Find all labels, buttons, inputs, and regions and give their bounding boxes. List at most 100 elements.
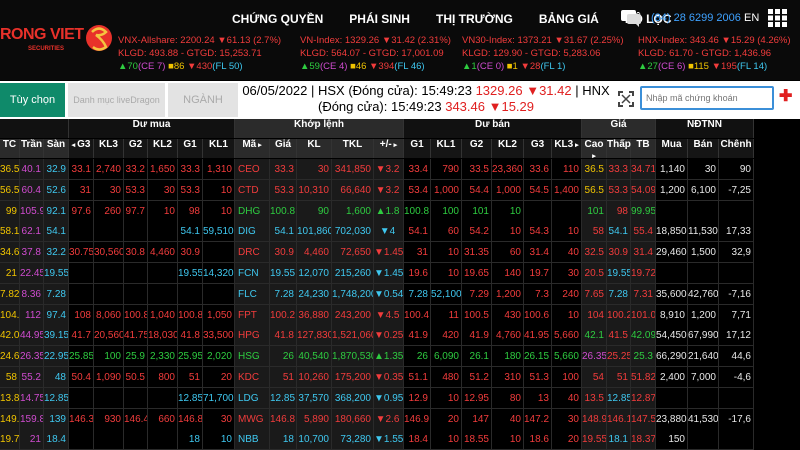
top-bar: RONG VIET SECURITIES CHỨNG QUYỀN PHÁI SI… [0, 0, 800, 80]
symbol-cell[interactable]: HPG [235, 325, 270, 347]
hsx-index-value: 1329.26 [475, 83, 523, 98]
column-scroll-arrow-icon[interactable]: ▸ [256, 142, 262, 149]
table-row[interactable]: 149.4159.8139146.3930146.4660146.830MWG1… [0, 408, 800, 430]
column-header[interactable]: G1 [404, 139, 431, 158]
index-value: VN-Index: 1329.26 ▼31.42 (2.31%) [300, 35, 451, 46]
data-cell: 54,450 [656, 325, 688, 347]
data-cell: 92.1 [44, 200, 69, 222]
symbol-cell[interactable]: DRC [235, 242, 270, 264]
sector-button[interactable]: NGÀNH [168, 83, 238, 117]
brand-logo[interactable]: RONG VIET SECURITIES [0, 22, 116, 70]
table-row[interactable]: 34.6 37.8 32.2 30.75 30,560 30.8 4,460 30.9 DRC 3… [0, 242, 800, 264]
column-scroll-arrow-icon[interactable]: ▸ [573, 142, 579, 149]
data-cell: 25.85 [69, 346, 94, 368]
column-header[interactable]: KL2 [492, 139, 524, 158]
nav-phai-sinh[interactable]: PHÁI SINH [349, 12, 410, 26]
data-cell: 50.4 [69, 367, 94, 388]
app-grid-icon[interactable] [768, 9, 788, 27]
chat-icon[interactable] [620, 9, 642, 27]
symbol-cell[interactable]: HSG [235, 346, 270, 368]
symbol-cell[interactable]: LDG [235, 387, 270, 409]
table-row[interactable]: 104.711297.41088,060100.81,040100.81,050… [0, 304, 800, 326]
column-header[interactable]: TC [0, 139, 20, 158]
symbol-cell[interactable]: DHG [235, 200, 270, 222]
add-symbol-icon[interactable]: ✚ [779, 86, 792, 106]
symbol-cell[interactable]: FCN [235, 263, 270, 284]
group-header: Khớp lệnh [235, 119, 404, 138]
symbol-cell[interactable]: DIG [235, 221, 270, 243]
table-row[interactable]: 58 55.2 48 50.4 1,090 50.5 800 51 20 KDC 51 10,260 1… [0, 367, 800, 388]
column-header[interactable]: TB [631, 139, 656, 158]
nav-thi-truong[interactable]: THỊ TRƯỜNG [436, 12, 513, 26]
column-header[interactable]: Sàn [44, 139, 69, 158]
column-header[interactable]: Mã ▸ [235, 139, 270, 158]
column-header[interactable]: G3 [524, 139, 552, 158]
symbol-cell[interactable]: CTD [235, 179, 270, 201]
data-cell: 14.75 [20, 387, 44, 409]
column-header[interactable]: G2 [124, 139, 148, 158]
livedragon-list-button[interactable]: Danh mục liveDragon [68, 83, 165, 117]
symbol-cell[interactable]: CEO [235, 159, 270, 180]
column-header[interactable]: Giá [270, 139, 297, 158]
symbol-cell[interactable]: FLC [235, 283, 270, 305]
table-row[interactable]: 24.6526.3522.9525.8510025.92,33025.952,0… [0, 346, 800, 368]
column-header[interactable]: KL [297, 139, 332, 158]
column-header[interactable]: +/- ▸ [374, 139, 404, 158]
data-cell: ▼2.6 [374, 408, 404, 430]
nav-bang-gia[interactable]: BẢNG GIÁ [539, 12, 599, 26]
column-header[interactable]: ◂ G3 [69, 139, 94, 158]
table-row[interactable]: 56.5 60.4 52.6 31 30 53.3 30 53.3 10 CTD 53.3 10,31… [0, 179, 800, 201]
table-row[interactable]: 21 22.45 19.55 19.55 14,320 FCN 19.55 12,070 215… [0, 263, 800, 284]
data-cell: 22.95 [44, 346, 69, 368]
column-header[interactable]: KL3 [94, 139, 124, 158]
column-header-label: Mua [661, 139, 682, 150]
symbol-cell[interactable]: FPT [235, 304, 270, 326]
column-header[interactable]: Mua [656, 139, 688, 158]
data-cell: 80 [492, 387, 524, 409]
index-summary[interactable]: VNX-Allshare: 2200.24 ▼61.13 (2.7%) KLGD:… [118, 34, 281, 76]
column-header[interactable]: Cao ▸ [582, 139, 607, 160]
column-header-label: KL1 [436, 139, 456, 150]
fullscreen-icon[interactable] [618, 91, 634, 107]
column-header[interactable]: Bán [688, 139, 719, 158]
symbol-cell[interactable]: KDC [235, 367, 270, 388]
data-cell: 54 [582, 367, 607, 388]
data-cell: 31.4 [524, 242, 552, 264]
symbol-cell[interactable]: NBB [235, 429, 270, 450]
options-button[interactable]: Tùy chọn [0, 83, 65, 117]
column-header[interactable]: G2 [462, 139, 492, 158]
column-header[interactable]: KL1 [431, 139, 462, 158]
column-header[interactable]: KL3 ▸ [552, 139, 582, 158]
table-row[interactable]: 42.0544.9539.1541.720,56041.7518,03041.8… [0, 325, 800, 347]
table-row[interactable]: 13.8 14.75 12.85 12.85 71,700 LDG 12.85 37,570 3… [0, 387, 800, 409]
index-summary[interactable]: VN-Index: 1329.26 ▼31.42 (2.31%) KLGD: 56… [300, 34, 451, 76]
table-row[interactable]: 7.82 8.36 7.28 FLC 7.28 24,230 1,748,200 ▼0.54 7… [0, 283, 800, 305]
symbol-cell[interactable]: MWG [235, 408, 270, 430]
index-summary[interactable]: VN30-Index: 1373.21 ▼31.67 (2.25%) KLGD: … [462, 34, 624, 76]
column-scroll-arrow-icon[interactable]: ▸ [392, 142, 398, 149]
data-cell [124, 387, 148, 409]
data-cell: ▼1.45 [374, 242, 404, 264]
nav-chung-quyen[interactable]: CHỨNG QUYỀN [232, 12, 323, 26]
index-summary[interactable]: HNX-Index: 343.46 ▼15.29 (4.26%) KLGD: 61… [638, 34, 791, 76]
column-header[interactable]: G1 [178, 139, 203, 158]
column-header[interactable]: KL1 [203, 139, 235, 158]
floor-count: (FL 46) [394, 61, 425, 72]
column-header[interactable]: Trần [20, 139, 44, 158]
table-row[interactable]: 19.7 21 18.4 18 10 NBB 18 10,700 73,280 ▼1.55 18.4… [0, 429, 800, 450]
table-row[interactable]: 58.1 62.1 54.1 54.1 59,510 DIG 54.1 101,860 702,… [0, 221, 800, 243]
table-row[interactable]: 99 105.9 92.1 97.6 260 97.7 10 98 10 DHG 100.8 90 1,… [0, 200, 800, 222]
symbol-search-input[interactable] [642, 88, 772, 108]
hotline[interactable]: (84) 28 6299 2006 [651, 12, 741, 24]
data-cell: -17,6 [719, 408, 754, 430]
table-row[interactable]: 36.5 40.1 32.9 33.1 2,740 33.2 1,650 33.3 1,310 C… [0, 159, 800, 180]
data-cell: 34.6 [0, 242, 20, 264]
data-cell: 51 [607, 367, 631, 388]
language-switch[interactable]: EN [744, 12, 759, 24]
column-header-label: KL [307, 139, 321, 150]
column-header[interactable]: Chênh [719, 139, 754, 158]
column-header[interactable]: TKL [332, 139, 374, 158]
index-volume: KLGD: 564.07 - GTGD: 17,001.09 [300, 48, 444, 59]
column-header[interactable]: Thấp [607, 139, 631, 158]
column-header[interactable]: KL2 [148, 139, 178, 158]
